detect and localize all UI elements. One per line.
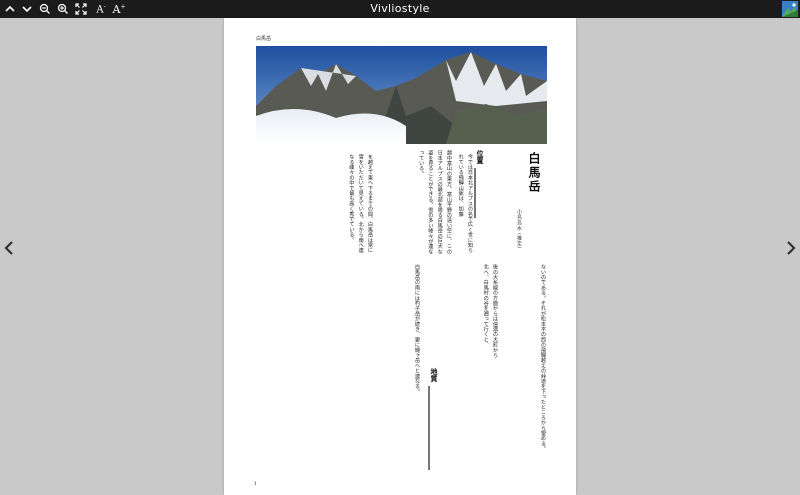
text-column-right-bottom: ないのである。それが松本平の西の飛騨越えの峠道を下ったところから望める。: [540, 264, 546, 452]
text-column-right-top: 今では日本北アルプスの名で広く世に知られている飛騨山脈は、加藤: [457, 154, 473, 253]
text-column-middle-top: 越中富山の東方、富山平野の遠い空に、この日本アルプスの最北部を限る白馬岳の巨大な…: [418, 150, 452, 254]
running-header: 白馬岳: [256, 36, 272, 42]
section-divider: [428, 386, 430, 470]
section-divider: [474, 168, 476, 218]
page-number: 1: [254, 481, 258, 487]
article-author: 小島烏水 (推定): [516, 209, 522, 249]
text-column-left-bottom: 白馬岳の南には杓子岳が続き、更に鑓ヶ岳へと連なる。: [414, 264, 420, 394]
mountain-photo: [256, 46, 547, 144]
toolbar: A- A+ Vivliostyle: [0, 0, 800, 18]
text-column-left-top: を越えて東へ下るまでの間、白馬岳は常に雪をいただいて見えている。北から南へ連なる…: [348, 154, 373, 253]
section-heading-position: 位置: [476, 150, 485, 164]
chevron-right-icon: [787, 241, 796, 255]
article-title: 白馬岳: [527, 152, 541, 194]
next-page-arrow[interactable]: [785, 240, 797, 256]
app-title: Vivliostyle: [370, 2, 430, 15]
previous-page-arrow[interactable]: [3, 240, 15, 256]
section-heading-geology: 地質: [430, 368, 439, 382]
vivliostyle-logo-icon[interactable]: [782, 1, 798, 17]
chevron-left-icon: [4, 241, 13, 255]
book-page: 白馬岳 白馬岳 小島烏水 (推定) 位置 地質 今では日本北アルプスの名で広く世…: [224, 18, 576, 495]
